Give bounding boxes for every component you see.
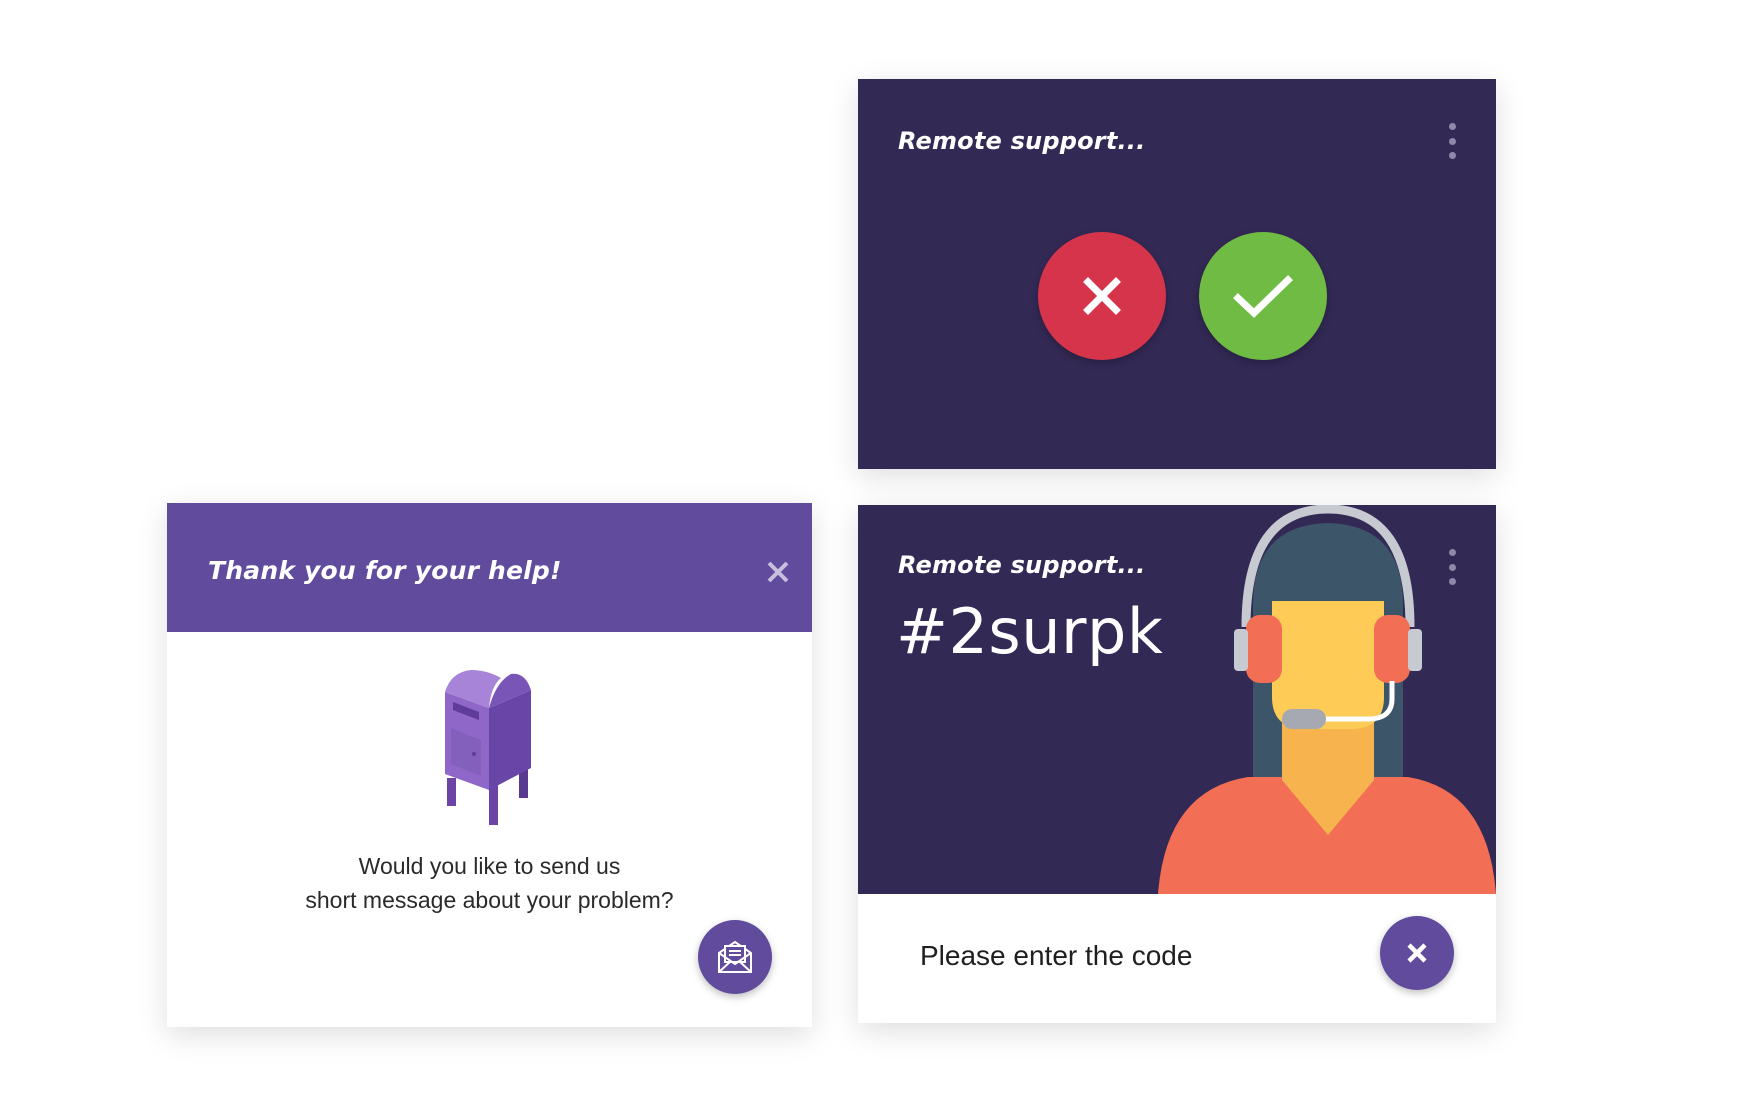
- close-icon: [1407, 943, 1427, 963]
- remote-support-code-card: Remote support... #2surpk Please enter t…: [858, 505, 1496, 1023]
- decline-button[interactable]: [1038, 232, 1166, 360]
- mailbox-icon: [445, 670, 531, 825]
- message-line: short message about your problem?: [305, 887, 674, 913]
- close-icon: [1083, 277, 1121, 315]
- kebab-menu-icon[interactable]: [1446, 123, 1458, 159]
- card-title: Remote support...: [898, 551, 1146, 579]
- message-line: Would you like to send us: [358, 853, 621, 879]
- close-icon: [767, 561, 789, 583]
- thank-you-card: Thank you for your help! Would you like …: [167, 503, 812, 1027]
- remote-support-decision-card: Remote support...: [858, 79, 1496, 469]
- cancel-button[interactable]: [1380, 916, 1454, 990]
- thank-you-header: Thank you for your help!: [167, 503, 812, 632]
- accept-button[interactable]: [1199, 232, 1327, 360]
- kebab-menu-icon[interactable]: [1446, 549, 1458, 585]
- code-prompt-text: Please enter the code: [920, 940, 1193, 971]
- card-title: Remote support...: [898, 127, 1146, 155]
- checkmark-icon: [1233, 275, 1293, 318]
- card-title: Thank you for your help!: [208, 556, 562, 585]
- support-code: #2surpk: [896, 595, 1164, 668]
- close-button[interactable]: [763, 557, 793, 587]
- envelope-icon: [718, 940, 752, 973]
- send-message-button[interactable]: [698, 920, 772, 994]
- code-prompt-bar: Please enter the code: [858, 894, 1496, 1023]
- code-card-header: Remote support... #2surpk: [858, 505, 1496, 894]
